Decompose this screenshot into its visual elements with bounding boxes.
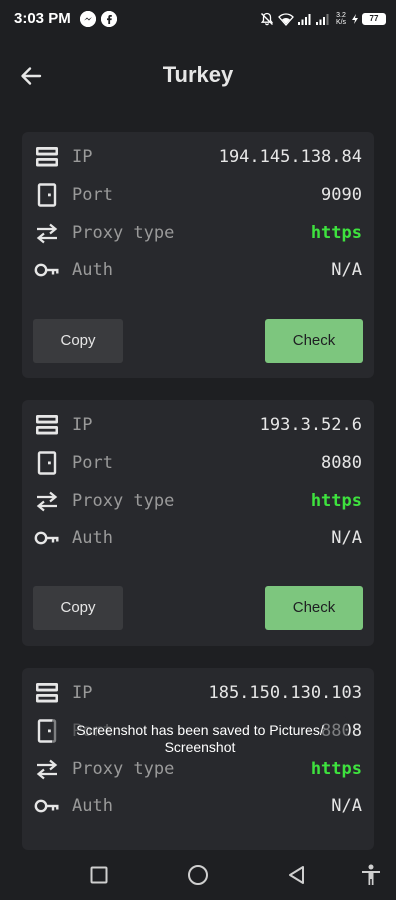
port-row: Port 8080 xyxy=(34,450,362,476)
auth-value: N/A xyxy=(331,528,362,548)
copy-button[interactable]: Copy xyxy=(33,586,123,630)
port-label: Port xyxy=(72,453,113,473)
facebook-icon xyxy=(101,11,117,27)
server-icon xyxy=(34,413,60,437)
status-time: 3:03 PM xyxy=(14,10,71,27)
ip-row: IP 193.3.52.6 xyxy=(34,412,362,438)
proxy-card: IP 193.3.52.6 Port 8080 Proxy type https… xyxy=(22,400,374,646)
net-speed: 3.2 K/s xyxy=(334,12,348,26)
ip-row: IP 185.150.130.103 xyxy=(34,680,362,706)
auth-value: N/A xyxy=(331,260,362,280)
check-button[interactable]: Check xyxy=(265,319,363,363)
system-nav-bar xyxy=(0,850,396,900)
net-speed-value: 3.2 xyxy=(336,12,346,19)
ip-label: IP xyxy=(72,415,93,435)
toast-line-1: Screenshot has been saved to Pictures/ xyxy=(76,722,324,738)
screen: 3:03 PM 3.2 K/s 77 Turkey IP 194.145.138… xyxy=(0,0,396,900)
check-button[interactable]: Check xyxy=(265,586,363,630)
proxy-type-value: https xyxy=(310,759,362,779)
auth-row: Auth N/A xyxy=(34,525,362,551)
accessibility-icon xyxy=(362,864,380,885)
swap-arrows-icon xyxy=(34,489,60,513)
ip-value: 185.150.130.103 xyxy=(208,683,362,703)
toast-line-2: Screenshot xyxy=(164,739,236,755)
key-icon xyxy=(34,794,60,818)
back-triangle-icon xyxy=(289,866,304,884)
key-icon xyxy=(34,258,60,282)
status-right-icons: 3.2 K/s 77 xyxy=(260,9,386,29)
proxy-type-row: Proxy type https xyxy=(34,488,362,514)
auth-label: Auth xyxy=(72,528,113,548)
proxy-type-label: Proxy type xyxy=(72,759,175,779)
auth-label: Auth xyxy=(72,260,113,280)
ip-row: IP 194.145.138.84 xyxy=(34,144,362,170)
server-icon xyxy=(34,145,60,169)
recents-square-icon xyxy=(90,866,108,884)
proxy-type-value: https xyxy=(310,223,362,243)
ip-label: IP xyxy=(72,147,93,167)
nav-back-button[interactable] xyxy=(284,862,310,888)
status-bar: 3:03 PM 3.2 K/s 77 xyxy=(0,0,396,40)
door-icon xyxy=(34,451,60,475)
wifi-icon xyxy=(278,12,294,26)
ip-value: 194.145.138.84 xyxy=(218,147,362,167)
port-row: Port 9090 xyxy=(34,182,362,208)
signal-2-icon xyxy=(316,13,330,25)
recents-button[interactable] xyxy=(86,862,112,888)
app-header: Turkey xyxy=(0,50,396,102)
port-label: Port xyxy=(72,185,113,205)
port-value: 8080 xyxy=(321,453,362,473)
proxy-card: IP 194.145.138.84 Port 9090 Proxy type h… xyxy=(22,132,374,378)
auth-row: Auth N/A xyxy=(34,257,362,283)
home-circle-icon xyxy=(188,865,208,885)
proxy-type-row: Proxy type https xyxy=(34,220,362,246)
door-icon xyxy=(34,183,60,207)
bell-off-icon xyxy=(260,12,274,26)
auth-value: N/A xyxy=(331,796,362,816)
accessibility-button[interactable] xyxy=(358,862,384,888)
charging-icon xyxy=(352,14,358,24)
ip-label: IP xyxy=(72,683,93,703)
server-icon xyxy=(34,681,60,705)
battery-icon: 77 xyxy=(362,13,386,25)
messenger-icon xyxy=(80,11,96,27)
net-speed-unit: K/s xyxy=(335,19,347,26)
home-button[interactable] xyxy=(185,862,211,888)
ip-value: 193.3.52.6 xyxy=(259,415,362,435)
screenshot-toast: Screenshot has been saved to Pictures/ S… xyxy=(52,716,348,762)
signal-1-icon xyxy=(298,13,312,25)
port-value: 9090 xyxy=(321,185,362,205)
auth-label: Auth xyxy=(72,796,113,816)
proxy-type-label: Proxy type xyxy=(72,223,175,243)
copy-button[interactable]: Copy xyxy=(33,319,123,363)
proxy-type-value: https xyxy=(310,491,362,511)
key-icon xyxy=(34,526,60,550)
auth-row: Auth N/A xyxy=(34,793,362,819)
swap-arrows-icon xyxy=(34,221,60,245)
page-title: Turkey xyxy=(162,62,234,87)
proxy-type-label: Proxy type xyxy=(72,491,175,511)
